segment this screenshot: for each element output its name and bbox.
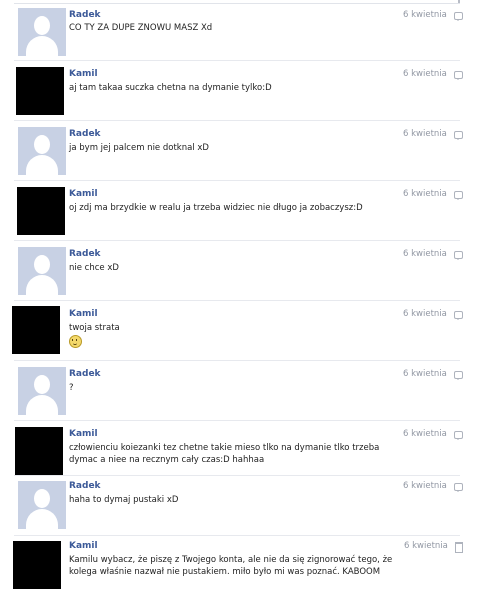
author-name[interactable]: Kamil bbox=[69, 69, 98, 79]
message-text: ja bym jej palcem nie dotknal xD bbox=[69, 143, 209, 153]
message-item: Kamil twoja strata 6 kwietnia bbox=[0, 300, 484, 360]
message-timestamp: 6 kwietnia bbox=[403, 129, 447, 139]
black-avatar[interactable] bbox=[12, 306, 60, 354]
message-text: nie chce xD bbox=[69, 263, 119, 273]
avatar-silhouette-body bbox=[26, 36, 58, 56]
avatar-silhouette-body bbox=[26, 509, 58, 529]
default-avatar[interactable] bbox=[18, 127, 66, 175]
message-timestamp: 6 kwietnia bbox=[403, 69, 447, 79]
reply-bubble-icon[interactable] bbox=[454, 431, 463, 440]
message-timestamp: 6 kwietnia bbox=[403, 369, 447, 379]
avatar-silhouette-body bbox=[26, 395, 58, 415]
reply-bubble-icon[interactable] bbox=[454, 371, 463, 380]
message-timestamp: 6 kwietnia bbox=[403, 309, 447, 319]
trash-icon[interactable] bbox=[455, 542, 463, 553]
message-text: aj tam takaa suczka chetna na dymanie ty… bbox=[69, 83, 272, 93]
avatar-silhouette-head bbox=[34, 255, 50, 274]
message-text: twoja strata bbox=[69, 323, 120, 333]
message-item: Radek ja bym jej palcem nie dotknal xD 6 k… bbox=[0, 120, 484, 180]
message-timestamp: 6 kwietnia bbox=[403, 481, 447, 491]
message-text: haha to dymaj pustaki xD bbox=[69, 495, 179, 505]
black-avatar[interactable] bbox=[15, 427, 63, 475]
message-item: Radek haha to dymaj pustaki xD 6 kwietnia bbox=[0, 475, 484, 535]
message-timestamp: 6 kwietnia bbox=[403, 10, 447, 20]
message-item: Radek CO TY ZA DUPE ZNOWU MASZ Xd 6 kwietn… bbox=[0, 0, 484, 60]
author-name[interactable]: Kamil bbox=[69, 541, 98, 551]
message-timestamp: 6 kwietnia bbox=[403, 189, 447, 199]
author-name[interactable]: Radek bbox=[69, 129, 101, 139]
avatar-silhouette-body bbox=[26, 275, 58, 295]
message-item: Kamil aj tam takaa suczka chetna na dyman… bbox=[0, 60, 484, 120]
default-avatar[interactable] bbox=[18, 8, 66, 56]
reply-bubble-icon[interactable] bbox=[454, 191, 463, 200]
message-text: ? bbox=[69, 383, 74, 393]
message-text: oj zdj ma brzydkie w realu ja trzeba wid… bbox=[69, 203, 363, 213]
avatar-silhouette-head bbox=[34, 135, 50, 154]
message-thread: Radek CO TY ZA DUPE ZNOWU MASZ Xd 6 kwietn… bbox=[0, 0, 484, 601]
avatar-silhouette-head bbox=[34, 16, 50, 35]
default-avatar[interactable] bbox=[18, 247, 66, 295]
avatar-silhouette-body bbox=[26, 155, 58, 175]
black-avatar[interactable] bbox=[17, 187, 65, 235]
avatar-silhouette-head bbox=[34, 489, 50, 508]
reply-bubble-icon[interactable] bbox=[454, 12, 463, 21]
avatar-silhouette-head bbox=[34, 375, 50, 394]
message-item: Kamil Kamilu wybacz, że piszę z Twojego k… bbox=[0, 535, 484, 601]
message-text: Kamilu wybacz, że piszę z Twojego konta,… bbox=[69, 555, 393, 577]
message-item: Radek nie chce xD 6 kwietnia bbox=[0, 240, 484, 300]
reply-bubble-icon[interactable] bbox=[454, 71, 463, 80]
black-avatar[interactable] bbox=[13, 541, 61, 589]
default-avatar[interactable] bbox=[18, 367, 66, 415]
message-item: Radek? 6 kwietnia bbox=[0, 360, 484, 420]
message-text: człowienciu koiezanki tez chetne takie m… bbox=[69, 443, 380, 465]
message-item: Kamil człowienciu koiezanki tez chetne ta… bbox=[0, 420, 484, 475]
reply-bubble-icon[interactable] bbox=[454, 483, 463, 492]
message-item: Kamil oj zdj ma brzydkie w realu ja trzeb… bbox=[0, 180, 484, 240]
author-name[interactable]: Kamil bbox=[69, 309, 98, 319]
smile-emoticon bbox=[69, 335, 82, 348]
reply-bubble-icon[interactable] bbox=[454, 131, 463, 140]
message-timestamp: 6 kwietnia bbox=[403, 429, 447, 439]
author-name[interactable]: Radek bbox=[69, 10, 101, 20]
reply-bubble-icon[interactable] bbox=[454, 311, 463, 320]
black-avatar[interactable] bbox=[16, 67, 64, 115]
message-timestamp: 6 kwietnia bbox=[404, 541, 448, 551]
reply-bubble-icon[interactable] bbox=[454, 251, 463, 260]
message-timestamp: 6 kwietnia bbox=[403, 249, 447, 259]
author-name[interactable]: Radek bbox=[69, 249, 101, 259]
author-name[interactable]: Kamil bbox=[69, 189, 98, 199]
author-name[interactable]: Radek bbox=[69, 481, 101, 491]
author-name[interactable]: Radek bbox=[69, 369, 101, 379]
author-name[interactable]: Kamil bbox=[69, 429, 98, 439]
default-avatar[interactable] bbox=[18, 481, 66, 529]
message-text: CO TY ZA DUPE ZNOWU MASZ Xd bbox=[69, 23, 213, 33]
